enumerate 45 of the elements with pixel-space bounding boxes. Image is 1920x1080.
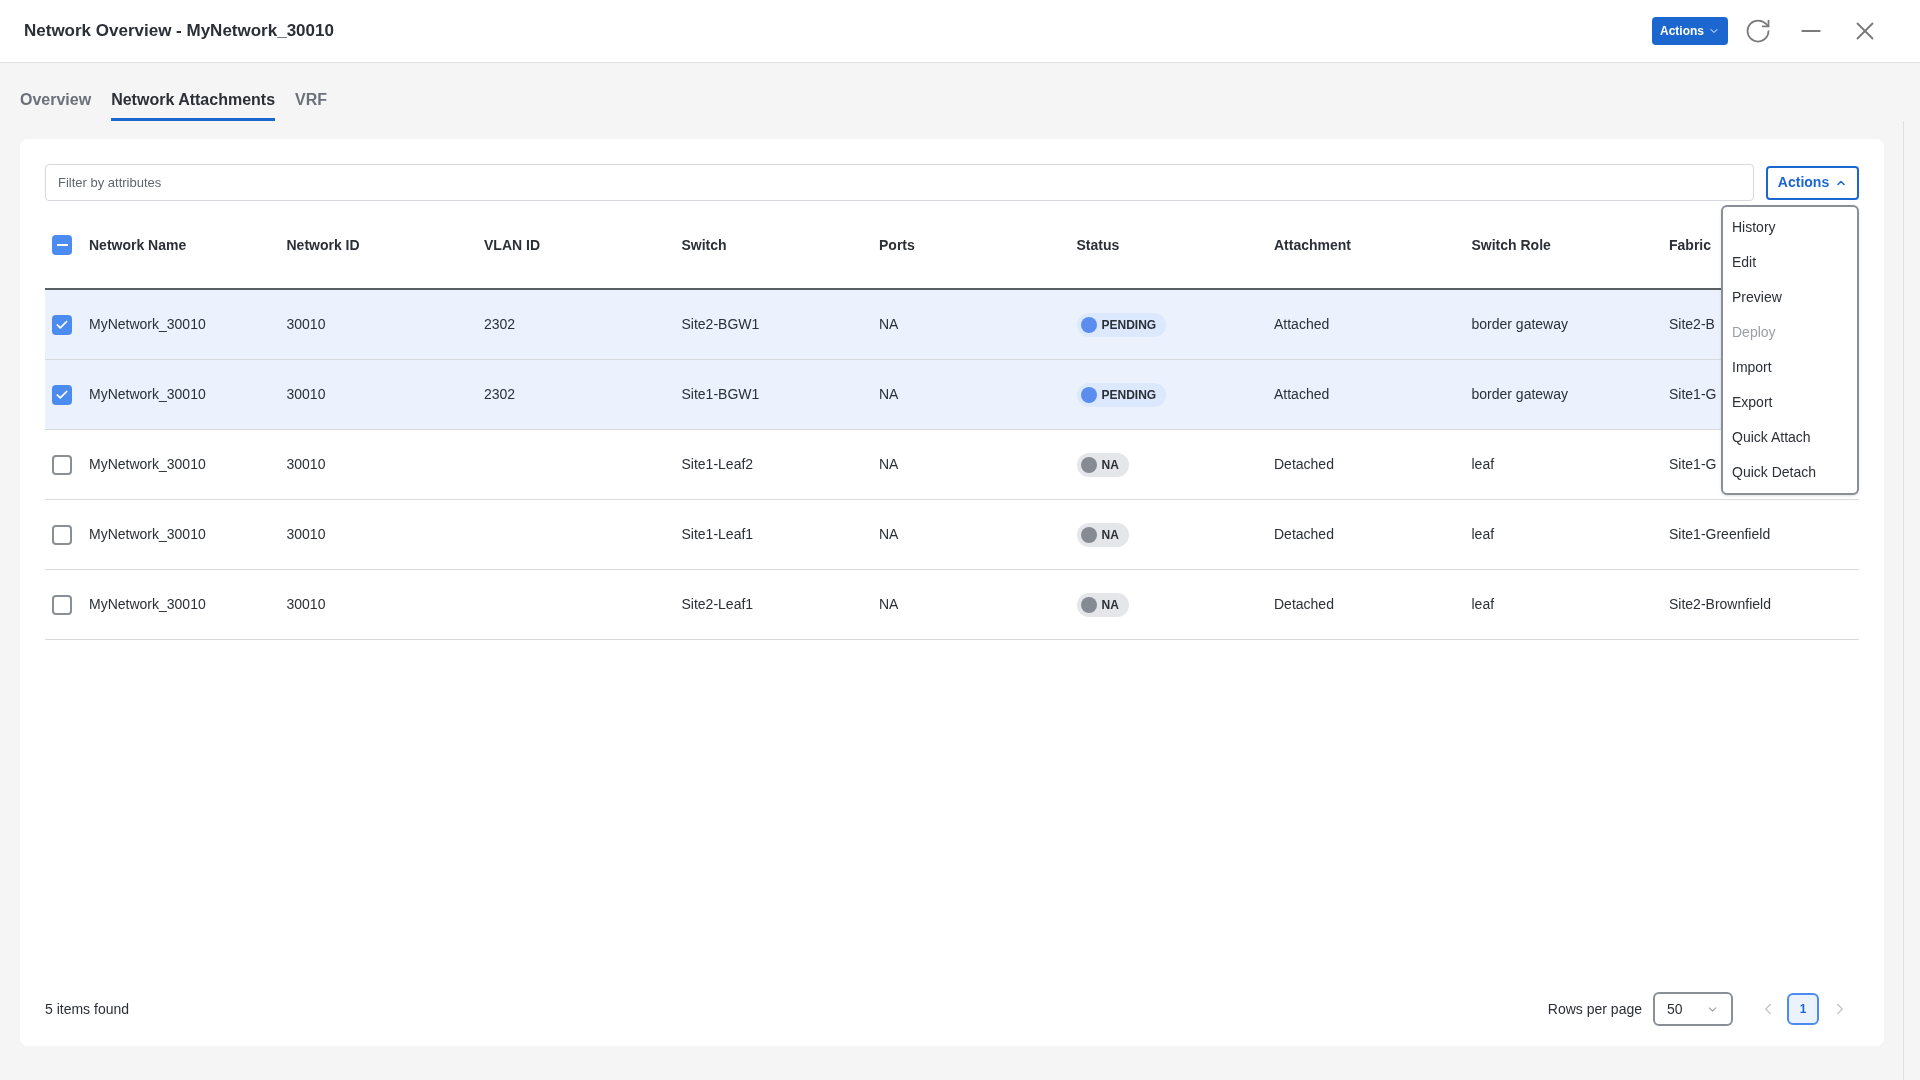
table-cell-text: Site1-Leaf2: [681, 455, 754, 474]
table-cell-text: Site2-B: [1669, 315, 1715, 334]
status-badge: PENDING: [1076, 312, 1167, 337]
table-cell-text: Detached: [1274, 595, 1334, 614]
status-badge: NA: [1076, 522, 1129, 547]
table-cell-text: 30010: [286, 595, 326, 614]
table-cell-text: MyNetwork_30010: [89, 385, 206, 404]
rows-per-page-label: Rows per page: [1547, 999, 1642, 1019]
table-cell-text: Site2-Leaf1: [681, 595, 754, 614]
item-count: 5 items found: [45, 999, 130, 1019]
table-cell-text: 2302: [484, 315, 516, 334]
table-cell-text: 30010: [286, 455, 326, 474]
table-cell-text: Site1-G: [1669, 455, 1717, 474]
window-title: Network Overview - MyNetwork_30010: [24, 20, 334, 43]
table-cell-text: NA: [879, 595, 899, 614]
table-cell-text: MyNetwork_30010: [89, 525, 206, 544]
table-cell-text: Attached: [1274, 315, 1330, 334]
table-cell-text: Detached: [1274, 455, 1334, 474]
table-cell-text: Site1-BGW1: [681, 385, 760, 404]
table-cell-text: Detached: [1274, 525, 1334, 544]
table-cell-text: Site2-Brownfield: [1669, 595, 1771, 614]
table-cell-text: NA: [879, 455, 899, 474]
table-cell-text: MyNetwork_30010: [89, 595, 206, 614]
table-cell-text: leaf: [1471, 525, 1495, 544]
table-cell-text: MyNetwork_30010: [89, 455, 206, 474]
status-badge: NA: [1076, 592, 1129, 617]
table-cell-text: NA: [879, 385, 899, 404]
table-cell-text: leaf: [1471, 455, 1495, 474]
table-cell-text: border gateway: [1471, 385, 1568, 404]
table-cell-text: Site1-G: [1669, 385, 1717, 404]
table-cell-text: Site1-Greenfield: [1669, 525, 1771, 544]
table-cell-text: 30010: [286, 315, 326, 334]
table-cell-text: MyNetwork_30010: [89, 315, 206, 334]
status-badge: NA: [1076, 452, 1129, 477]
table-cell-text: 2302: [484, 385, 516, 404]
table-cell-text: NA: [879, 525, 899, 544]
table-cell-text: leaf: [1471, 595, 1495, 614]
table-cell-text: 30010: [286, 385, 326, 404]
table-cell-text: NA: [879, 315, 899, 334]
table-cell-text: Attached: [1274, 385, 1330, 404]
table-cell-text: Site2-BGW1: [681, 315, 760, 334]
table-cell-text: 30010: [286, 525, 326, 544]
table-cell-text: border gateway: [1471, 315, 1568, 334]
status-badge: PENDING: [1076, 382, 1167, 407]
table-cell-text: Site1-Leaf1: [681, 525, 754, 544]
